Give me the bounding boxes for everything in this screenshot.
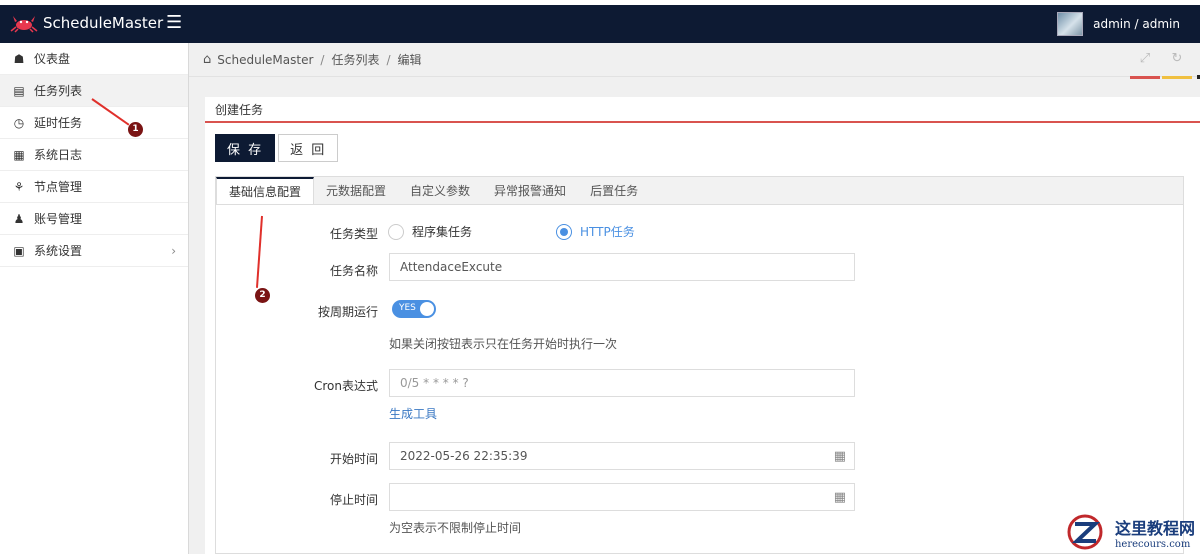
refresh-icon[interactable]: ↻ [1162, 51, 1192, 79]
breadcrumb-separator: / [386, 52, 391, 67]
periodic-help-text: 如果关闭按钮表示只在任务开始时执行一次 [389, 337, 618, 351]
sidebar-item-label: 节点管理 [34, 180, 83, 194]
stop-time-input[interactable]: ▦ [389, 483, 855, 511]
annotation-badge-1: 1 [128, 122, 143, 137]
cron-placeholder: 0/5 * * * * ? [400, 376, 469, 390]
stop-time-help-text: 为空表示不限制停止时间 [389, 521, 522, 535]
save-button[interactable]: 保 存 [215, 134, 276, 162]
sitemap-icon: ⚘ [13, 179, 25, 194]
tab-bar: 基础信息配置 元数据配置 自定义参数 异常报警通知 后置任务 [215, 176, 1184, 205]
tab-post-task[interactable]: 后置任务 [578, 177, 650, 205]
user-name[interactable]: admin / admin [1093, 17, 1180, 31]
hamburger-icon[interactable]: ☰ [166, 13, 182, 33]
toggle-label: YES [399, 303, 416, 313]
breadcrumb-separator: / [320, 52, 325, 67]
task-name-input[interactable]: AttendaceExcute [389, 253, 855, 281]
start-time-input[interactable]: 2022-05-26 22:35:39 ▦ [389, 442, 855, 470]
radio-http-task[interactable]: HTTP任务 [556, 223, 635, 240]
breadcrumb-item: 编辑 [397, 53, 422, 67]
watermark-logo-icon [1067, 514, 1103, 550]
app-logo[interactable]: ScheduleMaster [10, 13, 163, 33]
sidebar-item-label: 延时任务 [34, 116, 83, 130]
radio-unchecked[interactable] [388, 223, 404, 240]
chevron-right-icon: › [171, 243, 176, 258]
avatar[interactable] [1057, 12, 1084, 36]
sidebar-item-dashboard[interactable]: ☗ 仪表盘 [0, 43, 188, 75]
calendar-icon[interactable]: ▦ [834, 449, 846, 464]
breadcrumb-item[interactable]: 任务列表 [331, 51, 379, 68]
tab-custom-params[interactable]: 自定义参数 [398, 177, 482, 205]
start-time-label: 开始时间 [329, 452, 378, 466]
main-content: ⌂ ScheduleMaster / 任务列表 / 编辑 ⤢ ↻ 创建任务 保 … [189, 43, 1200, 554]
task-name-label: 任务名称 [329, 264, 378, 278]
clock-icon: ◷ [13, 115, 25, 130]
top-navbar: ScheduleMaster ☰ admin / admin [0, 5, 1200, 43]
radio-assembly-task[interactable]: 程序集任务 [388, 223, 472, 240]
periodic-toggle[interactable]: YES [392, 300, 436, 318]
breadcrumb: ⌂ ScheduleMaster / 任务列表 / 编辑 ⤢ ↻ [189, 43, 1200, 79]
fullscreen-icon[interactable]: ⤢ [1130, 51, 1160, 79]
annotation-badge-2: 2 [255, 288, 270, 303]
watermark-cn: 这里教程网 [1114, 518, 1195, 538]
sidebar: ☗ 仪表盘 ▤ 任务列表 ◷ 延时任务 ▦ 系统日志 ⚘ 节点管理 ♟ 账号管理… [0, 43, 189, 554]
sidebar-item-label: 任务列表 [34, 84, 83, 98]
sidebar-item-label: 账号管理 [34, 212, 83, 226]
sidebar-item-label: 系统日志 [34, 148, 83, 162]
panel-title: 创建任务 [205, 97, 1200, 123]
radio-label: HTTP任务 [580, 225, 635, 239]
watermark-text: 这里教程网 herecours.com [1115, 515, 1195, 550]
tab-basic-info[interactable]: 基础信息配置 [216, 177, 315, 205]
tab-alert-notification[interactable]: 异常报警通知 [482, 177, 578, 205]
breadcrumb-item[interactable]: ScheduleMaster [217, 53, 313, 67]
page-tools: ⤢ ↻ [1124, 51, 1192, 79]
sidebar-item-label: 系统设置 [34, 244, 83, 258]
home-icon[interactable]: ⌂ [203, 52, 211, 67]
sidebar-item-account-management[interactable]: ♟ 账号管理 [0, 203, 188, 235]
user-menu[interactable]: admin / admin [1057, 12, 1180, 36]
radio-label: 程序集任务 [412, 225, 473, 239]
start-time-value: 2022-05-26 22:35:39 [400, 449, 528, 463]
grid-icon: ▦ [13, 147, 25, 162]
tab-metadata[interactable]: 元数据配置 [314, 177, 398, 205]
tab-content: 任务类型 程序集任务 HTTP任务 任务名称 AttendaceExcute 按… [215, 204, 1184, 554]
create-task-panel: 创建任务 保 存 返 回 基础信息配置 元数据配置 自定义参数 异常报警通知 后… [205, 97, 1200, 554]
home-icon: ☗ [13, 51, 25, 66]
app-title: ScheduleMaster [43, 14, 164, 32]
radio-checked[interactable] [556, 223, 572, 240]
stop-time-label: 停止时间 [329, 493, 378, 507]
watermark: 这里教程网 herecours.com [1059, 513, 1195, 551]
user-icon: ♟ [13, 211, 25, 226]
sidebar-item-label: 仪表盘 [34, 52, 71, 66]
watermark-en: herecours.com [1114, 538, 1191, 550]
periodic-label: 按周期运行 [317, 305, 378, 319]
sidebar-item-node-management[interactable]: ⚘ 节点管理 [0, 171, 188, 203]
task-name-value: AttendaceExcute [400, 260, 503, 274]
sidebar-item-system-log[interactable]: ▦ 系统日志 [0, 139, 188, 171]
calendar-icon[interactable]: ▦ [834, 490, 846, 505]
task-type-label: 任务类型 [329, 227, 378, 241]
action-buttons: 保 存 返 回 [215, 134, 339, 162]
monitor-icon: ▣ [13, 243, 25, 258]
crab-logo-icon [10, 16, 38, 33]
cron-generator-link[interactable]: 生成工具 [389, 405, 437, 422]
toggle-knob [420, 302, 434, 316]
cron-input[interactable]: 0/5 * * * * ? [389, 369, 855, 397]
cron-label: Cron表达式 [314, 379, 378, 393]
sidebar-item-delayed-tasks[interactable]: ◷ 延时任务 [0, 107, 188, 139]
back-button[interactable]: 返 回 [278, 134, 339, 162]
list-icon: ▤ [13, 83, 25, 98]
sidebar-item-system-settings[interactable]: ▣ 系统设置 › [0, 235, 188, 267]
